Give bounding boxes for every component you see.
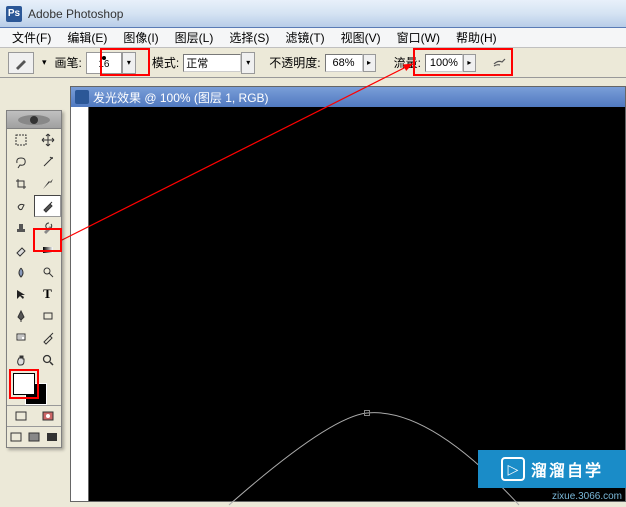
tool-grid: T [7, 129, 61, 371]
screen-fullmenu-icon[interactable] [25, 427, 43, 447]
menu-filter[interactable]: 滤镜(T) [277, 27, 332, 48]
stamp-tool[interactable] [7, 217, 34, 239]
hand-tool[interactable] [7, 349, 34, 371]
eraser-tool[interactable] [7, 239, 34, 261]
quickmask-row [7, 405, 61, 426]
zoom-tool[interactable] [34, 349, 61, 371]
watermark: ▷ 溜溜自学 [478, 450, 626, 488]
app-icon: Ps [6, 6, 22, 22]
flow-input-group: ▸ [425, 54, 476, 72]
marquee-tool[interactable] [7, 129, 34, 151]
healing-tool[interactable] [7, 195, 34, 217]
document-icon [75, 90, 89, 104]
toolbox: T [6, 110, 62, 448]
foreground-color[interactable] [13, 373, 35, 395]
path-curve [89, 107, 626, 507]
watermark-play-icon: ▷ [501, 457, 525, 481]
ruler-vertical[interactable] [71, 107, 89, 501]
gradient-tool[interactable] [34, 239, 61, 261]
opacity-label: 不透明度: [269, 54, 320, 71]
document-titlebar[interactable]: 发光效果 @ 100% (图层 1, RGB) [71, 87, 625, 107]
brush-size-value: 16 [98, 60, 109, 70]
eyedropper-tool[interactable] [34, 327, 61, 349]
menu-window[interactable]: 窗口(W) [389, 27, 448, 48]
menu-select[interactable]: 选择(S) [221, 27, 277, 48]
blur-tool[interactable] [7, 261, 34, 283]
screen-standard-icon[interactable] [7, 427, 25, 447]
quickmask-mode-icon[interactable] [34, 406, 61, 426]
dodge-tool[interactable] [34, 261, 61, 283]
slice-tool[interactable] [34, 173, 61, 195]
watermark-url: zixue.3066.com [552, 491, 622, 502]
type-tool[interactable]: T [34, 283, 61, 305]
titlebar: Ps Adobe Photoshop [0, 0, 626, 28]
blend-mode-value[interactable] [183, 54, 241, 72]
menu-help[interactable]: 帮助(H) [448, 27, 505, 48]
color-swatches [7, 371, 61, 405]
photoshop-eye-icon [14, 113, 54, 127]
lasso-tool[interactable] [7, 151, 34, 173]
magic-wand-tool[interactable] [34, 151, 61, 173]
screenmode-row [7, 426, 61, 447]
brush-tool[interactable] [34, 195, 61, 217]
shape-tool[interactable] [34, 305, 61, 327]
path-anchor-point[interactable] [364, 410, 370, 416]
opacity-slider-icon[interactable]: ▸ [363, 54, 376, 72]
history-brush-tool[interactable] [34, 217, 61, 239]
menu-layer[interactable]: 图层(L) [167, 27, 222, 48]
mode-dropdown-icon[interactable]: ▾ [241, 52, 255, 74]
document-title: 发光效果 @ 100% (图层 1, RGB) [93, 89, 269, 106]
menu-edit[interactable]: 编辑(E) [59, 27, 115, 48]
notes-tool[interactable] [7, 327, 34, 349]
brush-preset-picker[interactable]: 16 ▾ [86, 52, 136, 74]
blend-mode-select[interactable]: ▾ [183, 52, 255, 74]
path-selection-tool[interactable] [7, 283, 34, 305]
tool-preset-arrow-icon[interactable]: ▾ [38, 57, 51, 68]
opacity-input[interactable] [325, 54, 363, 72]
menu-file[interactable]: 文件(F) [4, 27, 59, 48]
document-window: 发光效果 @ 100% (图层 1, RGB) [70, 86, 626, 502]
brush-dropdown-icon[interactable]: ▾ [122, 52, 136, 74]
brush-label: 画笔: [55, 54, 82, 71]
app-title: Adobe Photoshop [28, 7, 123, 21]
move-tool[interactable] [34, 129, 61, 151]
menu-image[interactable]: 图像(I) [115, 27, 166, 48]
pen-tool[interactable] [7, 305, 34, 327]
crop-tool[interactable] [7, 173, 34, 195]
watermark-text: 溜溜自学 [531, 457, 603, 481]
screen-full-icon[interactable] [43, 427, 61, 447]
mode-label: 模式: [152, 54, 179, 71]
options-bar: ▾ 画笔: 16 ▾ 模式: ▾ 不透明度: ▸ 流量: ▸ [0, 48, 626, 78]
flow-label: 流量: [394, 54, 421, 71]
flow-slider-icon[interactable]: ▸ [463, 54, 476, 72]
flow-input[interactable] [425, 54, 463, 72]
menubar: 文件(F) 编辑(E) 图像(I) 图层(L) 选择(S) 滤镜(T) 视图(V… [0, 28, 626, 48]
airbrush-icon[interactable] [490, 54, 510, 72]
document-area: 发光效果 @ 100% (图层 1, RGB) [70, 86, 626, 502]
current-tool-icon[interactable] [8, 52, 34, 74]
opacity-input-group: ▸ [325, 54, 376, 72]
menu-view[interactable]: 视图(V) [333, 27, 389, 48]
toolbox-header[interactable] [7, 111, 61, 129]
canvas[interactable] [89, 107, 625, 501]
standard-mode-icon[interactable] [7, 406, 34, 426]
